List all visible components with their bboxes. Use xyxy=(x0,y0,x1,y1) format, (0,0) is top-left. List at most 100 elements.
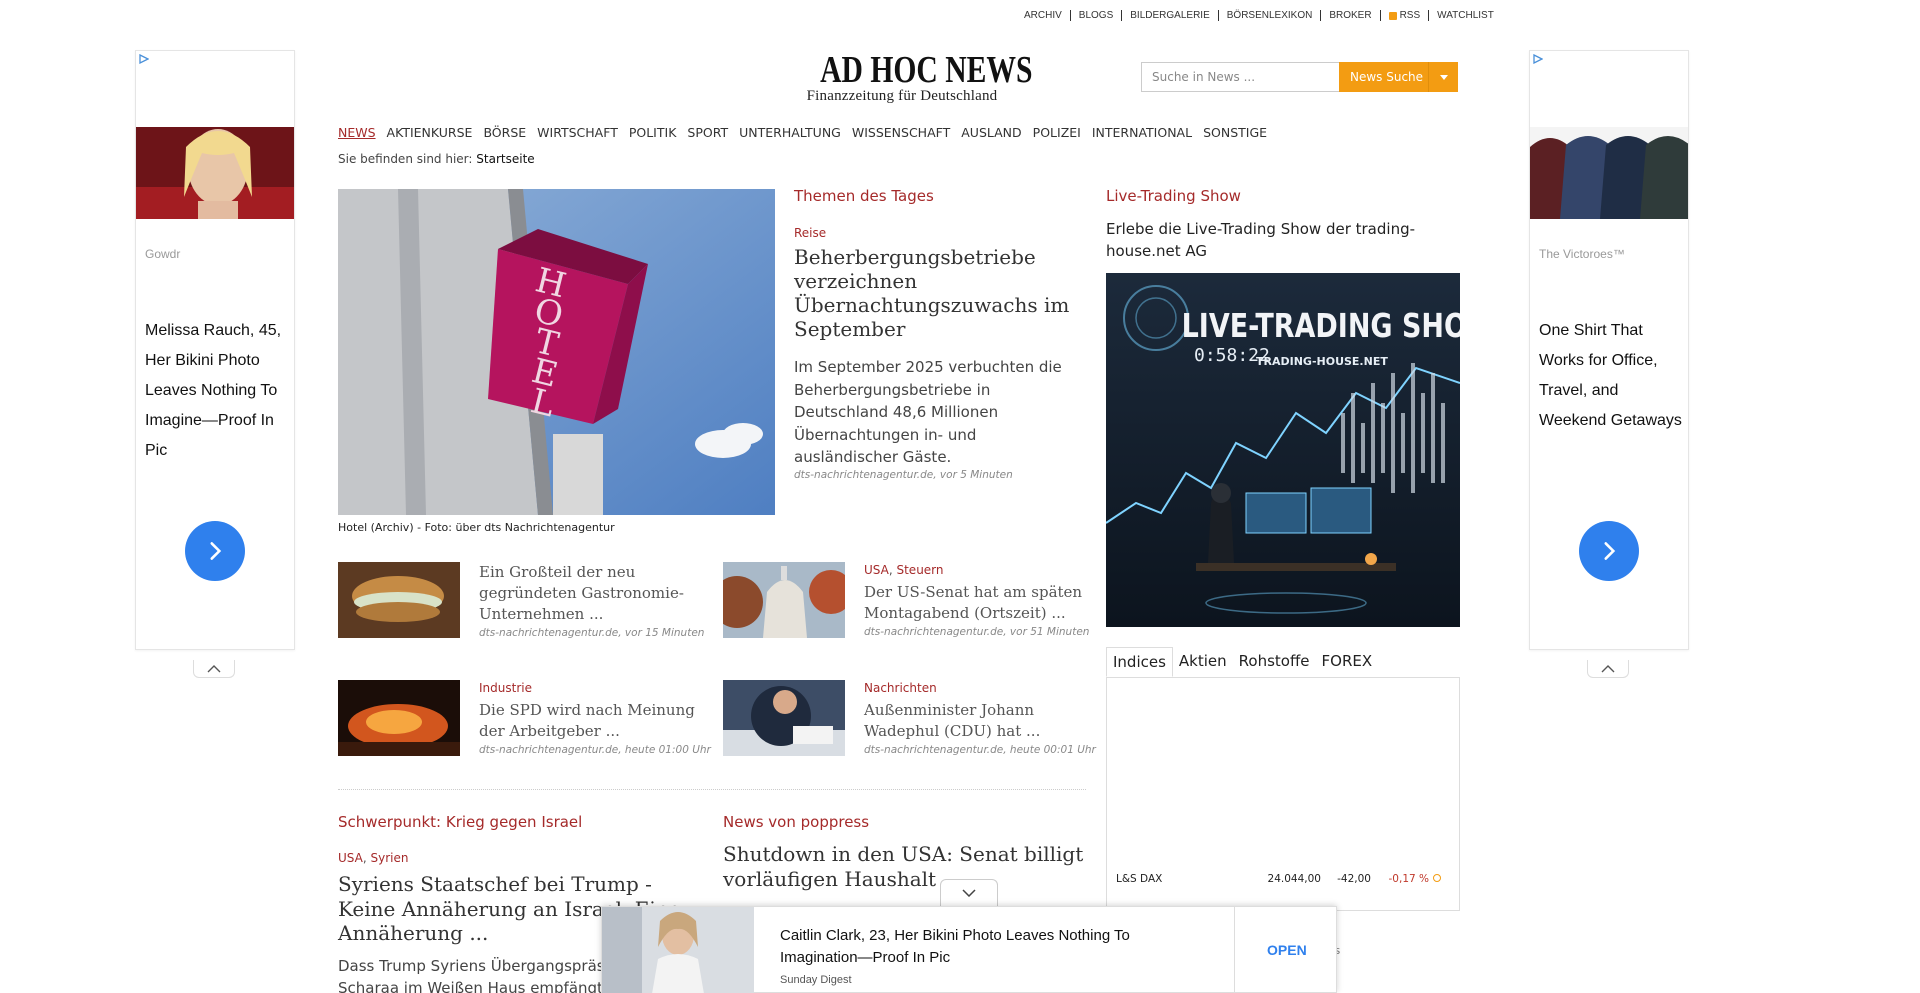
tab-forex[interactable]: FOREX xyxy=(1316,647,1379,677)
ad-go-button[interactable] xyxy=(185,521,245,581)
teaser-kicker[interactable]: Industrie xyxy=(479,681,532,695)
breadcrumb-current[interactable]: Startseite xyxy=(476,152,534,166)
teaser-kicker[interactable]: Nachrichten xyxy=(864,681,937,695)
nav-sport[interactable]: SPORT xyxy=(687,125,728,140)
toplink-bildergalerie[interactable]: BILDERGALERIE xyxy=(1121,10,1217,21)
live-trading-subtitle[interactable]: Erlebe die Live-Trading Show der trading… xyxy=(1106,218,1436,262)
teaser-item[interactable]: Nachrichten Außenminister Johann Wadephu… xyxy=(723,680,1103,770)
main-nav: NEWS AKTIENKURSE BÖRSE WIRTSCHAFT POLITI… xyxy=(338,125,1267,140)
teaser-item[interactable]: Industrie Die SPD wird nach Meinung der … xyxy=(338,680,718,770)
live-trading-image-title: LIVE-TRADING SHOW xyxy=(1182,307,1460,345)
section-heading-poppress[interactable]: News von poppress xyxy=(723,813,869,831)
breadcrumb-prefix: Sie befinden sind hier: xyxy=(338,152,473,166)
focus-kicker-usa[interactable]: USA xyxy=(338,851,363,865)
rss-icon xyxy=(1388,11,1397,20)
teaser-item[interactable]: USASteuern Der US-Senat hat am späten Mo… xyxy=(723,562,1103,652)
site-logo[interactable]: AD HOC NEWS Finanzzeitung für Deutschlan… xyxy=(797,51,1033,104)
toplink-rss[interactable]: RSS xyxy=(1379,10,1429,21)
nav-ausland[interactable]: AUSLAND xyxy=(961,125,1021,140)
lead-meta: dts-nachrichtenagentur.de, vor 5 Minuten xyxy=(794,469,1013,481)
lead-kicker[interactable]: Reise xyxy=(794,226,826,240)
tab-aktien[interactable]: Aktien xyxy=(1173,647,1233,677)
lead-title[interactable]: Beherbergungsbetriebe verzeichnen Überna… xyxy=(794,245,1084,341)
teaser-meta: dts-nachrichtenagentur.de, vor 51 Minute… xyxy=(864,626,1090,638)
toplink-watchlist[interactable]: WATCHLIST xyxy=(1428,10,1502,21)
search-dropdown-button[interactable] xyxy=(1428,62,1458,92)
toplink-boersenlexikon[interactable]: BÖRSENLEXIKON xyxy=(1217,10,1321,21)
ad-source: The Victoroes™ xyxy=(1539,247,1625,261)
ad-source: Sunday Digest xyxy=(780,974,852,986)
tab-indices[interactable]: Indices xyxy=(1106,647,1173,677)
teaser-thumb[interactable] xyxy=(723,562,845,638)
adchoice-icon[interactable] xyxy=(139,54,149,64)
ad-headline[interactable]: Caitlin Clark, 23, Her Bikini Photo Leav… xyxy=(780,925,1180,969)
index-change: -42,00 xyxy=(1337,873,1371,885)
teaser-title[interactable]: Außenminister Johann Wadephul (CDU) hat … xyxy=(864,700,1099,742)
teaser-thumb[interactable] xyxy=(338,680,460,756)
teaser-meta: dts-nachrichtenagentur.de, heute 01:00 U… xyxy=(479,744,711,756)
section-heading-live-trading[interactable]: Live-Trading Show xyxy=(1106,187,1241,205)
chevron-right-icon xyxy=(210,542,222,560)
left-ad-collapse-button[interactable] xyxy=(193,660,235,678)
ad-source: Gowdr xyxy=(145,247,181,261)
toplink-archiv[interactable]: ARCHIV xyxy=(1016,10,1070,21)
nav-boerse[interactable]: BÖRSE xyxy=(483,125,526,140)
lead-image-caption: Hotel (Archiv) - Foto: über dts Nachrich… xyxy=(338,521,615,534)
adchoice-icon[interactable] xyxy=(1533,54,1543,64)
focus-kicker: USA, Syrien xyxy=(338,851,409,865)
poppress-title[interactable]: Shutdown in den USA: Senat billigt vorlä… xyxy=(723,842,1093,891)
index-name[interactable]: L&S DAX xyxy=(1116,873,1241,885)
ad-headline[interactable]: One Shirt That Works for Office, Travel,… xyxy=(1539,316,1684,436)
lead-image[interactable]: H O T E L xyxy=(338,189,775,515)
nav-aktienkurse[interactable]: AKTIENKURSE xyxy=(387,125,473,140)
nav-wirtschaft[interactable]: WIRTSCHAFT xyxy=(537,125,618,140)
teaser-thumb[interactable] xyxy=(338,562,460,638)
bottom-ad-collapse-button[interactable] xyxy=(940,879,998,906)
ad-image[interactable] xyxy=(1526,127,1694,219)
toplink-broker[interactable]: BROKER xyxy=(1320,10,1379,21)
teaser-title[interactable]: Die SPD wird nach Meinung der Arbeitgebe… xyxy=(479,700,714,742)
top-links: ARCHIV BLOGS BILDERGALERIE BÖRSENLEXIKON… xyxy=(1016,10,1502,21)
nav-polizei[interactable]: POLIZEI xyxy=(1033,125,1081,140)
nav-sonstige[interactable]: SONSTIGE xyxy=(1203,125,1267,140)
toplink-blogs[interactable]: BLOGS xyxy=(1069,10,1121,21)
teaser-kicker[interactable]: USA xyxy=(864,563,889,577)
nav-international[interactable]: INTERNATIONAL xyxy=(1092,125,1192,140)
bottom-sticky-ad[interactable]: Caitlin Clark, 23, Her Bikini Photo Leav… xyxy=(601,906,1337,993)
table-row[interactable]: L&S DAX 24.044,00 -42,00 -0,17 % xyxy=(1116,873,1449,885)
right-side-ad[interactable]: The Victoroes™ One Shirt That Works for … xyxy=(1526,50,1694,650)
ad-go-button[interactable] xyxy=(1579,521,1639,581)
ad-image[interactable] xyxy=(136,127,294,219)
teaser-title[interactable]: Der US-Senat hat am späten Montagabend (… xyxy=(864,582,1099,624)
teaser-thumb[interactable] xyxy=(723,680,845,756)
market-tab-panel: L&S DAX 24.044,00 -42,00 -0,17 % xyxy=(1106,677,1460,911)
tab-rohstoffe[interactable]: Rohstoffe xyxy=(1233,647,1316,677)
market-tabs: Indices Aktien Rohstoffe FOREX xyxy=(1106,647,1460,678)
teaser-meta: dts-nachrichtenagentur.de, vor 15 Minute… xyxy=(479,627,705,639)
live-trading-image[interactable]: LIVE-TRADING SHOW 0:58:22 TRADING-HOUSE.… xyxy=(1106,273,1460,627)
chevron-up-icon xyxy=(207,664,221,672)
live-trading-image-subtitle: TRADING-HOUSE.NET xyxy=(1256,355,1388,368)
left-side-ad[interactable]: Gowdr Melissa Rauch, 45, Her Bikini Phot… xyxy=(135,50,295,650)
focus-kicker-syrien[interactable]: Syrien xyxy=(370,851,408,865)
teaser-meta: dts-nachrichtenagentur.de, heute 00:01 U… xyxy=(864,744,1096,756)
teaser-title[interactable]: Ein Großteil der neu gegründeten Gastron… xyxy=(479,562,714,625)
teaser-kicker[interactable]: Steuern xyxy=(889,563,944,577)
chart-icon[interactable] xyxy=(1433,874,1441,882)
right-ad-collapse-button[interactable] xyxy=(1587,660,1629,678)
ad-headline[interactable]: Melissa Rauch, 45, Her Bikini Photo Leav… xyxy=(145,316,290,466)
lead-text: Im September 2025 verbuchten die Beherbe… xyxy=(794,358,1062,466)
nav-news[interactable]: NEWS xyxy=(338,125,376,140)
ad-image[interactable] xyxy=(602,907,754,993)
section-heading-themen[interactable]: Themen des Tages xyxy=(794,187,934,205)
nav-unterhaltung[interactable]: UNTERHALTUNG xyxy=(739,125,841,140)
index-change-percent: -0,17 % xyxy=(1371,873,1441,885)
section-heading-schwerpunkt[interactable]: Schwerpunkt: Krieg gegen Israel xyxy=(338,813,582,831)
search-button[interactable]: News Suche xyxy=(1339,62,1437,92)
nav-politik[interactable]: POLITIK xyxy=(629,125,677,140)
ad-open-button[interactable]: OPEN xyxy=(1267,942,1307,958)
caret-down-icon xyxy=(1439,74,1448,80)
search-input[interactable]: Suche in News ... xyxy=(1141,62,1341,92)
teaser-item[interactable]: Ein Großteil der neu gegründeten Gastron… xyxy=(338,562,718,652)
nav-wissenschaft[interactable]: WISSENSCHAFT xyxy=(852,125,950,140)
